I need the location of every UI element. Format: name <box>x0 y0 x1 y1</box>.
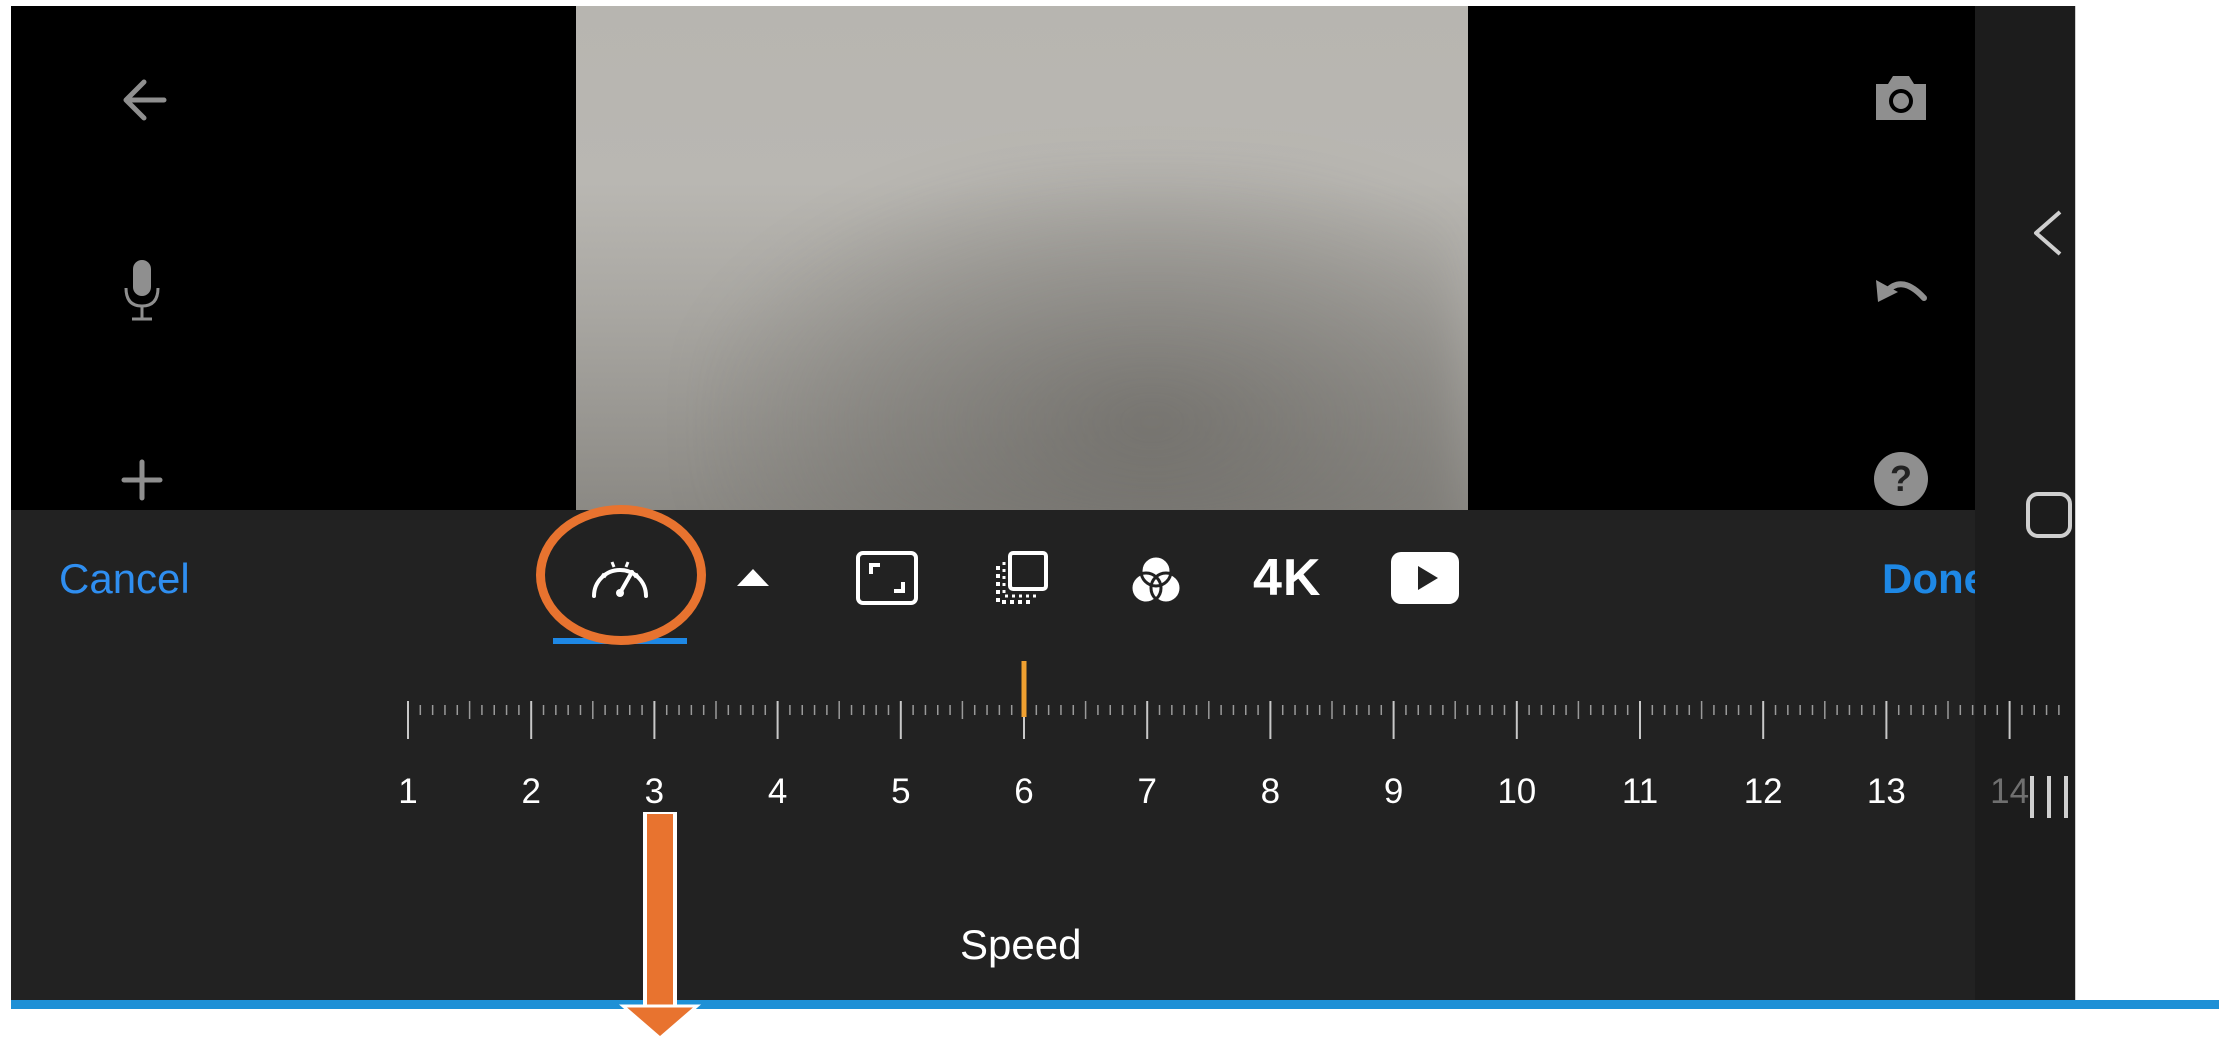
layers-icon[interactable] <box>994 550 1050 611</box>
ruler-label: 13 <box>1866 772 1906 811</box>
help-icon[interactable]: ? <box>1872 450 1930 508</box>
annotation-highlight-circle <box>536 505 706 645</box>
ruler-label: 5 <box>891 772 911 811</box>
annotation-down-arrow <box>618 812 702 1038</box>
back-arrow-icon[interactable] <box>118 74 170 126</box>
microphone-icon[interactable] <box>122 258 162 324</box>
ruler-label: 7 <box>1137 772 1157 811</box>
home-square-icon[interactable] <box>2024 490 2074 545</box>
svg-text:?: ? <box>1890 458 1912 499</box>
crop-frame-icon[interactable] <box>855 550 919 611</box>
plus-icon[interactable] <box>120 458 164 502</box>
color-filter-icon[interactable] <box>1128 552 1184 613</box>
timeline-progress-line <box>11 1000 2219 1009</box>
undo-icon[interactable] <box>1872 270 1932 310</box>
active-tool-title: Speed <box>960 921 1082 968</box>
ruler-label: 4 <box>767 772 788 811</box>
speed-ruler[interactable] <box>400 655 2075 755</box>
back-chevron-icon[interactable] <box>2030 208 2066 263</box>
screen-edge-divider <box>2075 6 2076 1003</box>
ruler-label: 8 <box>1260 772 1281 811</box>
ruler-label: 6 <box>1014 772 1034 811</box>
ruler-label: 3 <box>644 772 665 811</box>
done-button[interactable]: Done <box>1882 553 1975 605</box>
ruler-label: 9 <box>1383 772 1404 811</box>
ruler-label: 10 <box>1497 772 1537 811</box>
ruler-label: 2 <box>521 772 541 811</box>
ruler-label: 11 <box>1621 772 1659 811</box>
video-frame[interactable] <box>576 6 1468 510</box>
ruler-label: 1 <box>398 772 418 811</box>
camera-icon[interactable] <box>1872 72 1930 124</box>
video-preview-area <box>11 6 1975 510</box>
ruler-current-value-indicator[interactable] <box>1021 661 1027 717</box>
recents-icon[interactable] <box>2026 772 2072 827</box>
caret-up-icon[interactable] <box>735 566 771 593</box>
ruler-label: 14 <box>1990 772 2030 811</box>
cancel-button[interactable]: Cancel <box>59 553 190 605</box>
ruler-label: 12 <box>1743 772 1783 811</box>
play-button-icon[interactable] <box>1390 551 1460 610</box>
quality-4k-toggle[interactable]: 4K <box>1253 548 1321 608</box>
